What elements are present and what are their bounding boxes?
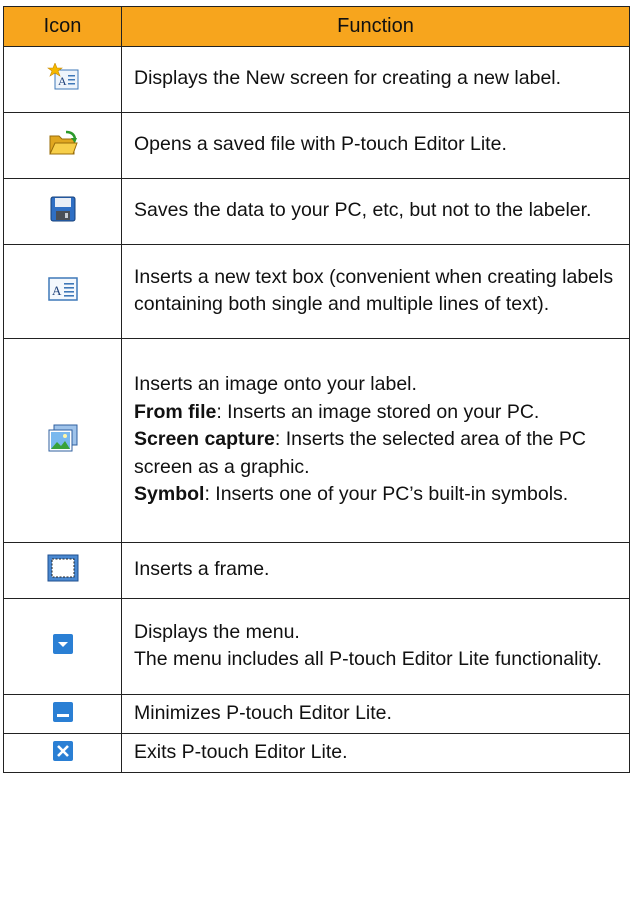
text-box-icon[interactable]: A xyxy=(47,277,78,306)
icon-cell xyxy=(3,178,122,245)
menu-dropdown-icon[interactable] xyxy=(52,634,73,659)
icon-cell xyxy=(3,542,122,599)
icon-cell: A xyxy=(3,244,122,339)
icon-column-header: Icon xyxy=(3,6,122,47)
icon-cell xyxy=(3,733,122,773)
open-folder-icon[interactable] xyxy=(48,130,78,161)
function-cell: Displays the New screen for creating a n… xyxy=(121,46,630,113)
icon-cell xyxy=(3,338,122,543)
table-row: A Inserts a new text box (convenient whe… xyxy=(3,244,630,339)
new-label-icon[interactable]: A xyxy=(46,62,79,96)
table-row: Displays the menu. The menu includes all… xyxy=(3,598,630,695)
function-cell: Inserts a new text box (convenient when … xyxy=(121,244,630,339)
function-cell: Displays the menu. The menu includes all… xyxy=(121,598,630,695)
function-cell: Minimizes P-touch Editor Lite. xyxy=(121,694,630,734)
table-row: A Displays the New screen for creating a… xyxy=(3,46,630,113)
table-row: Opens a saved file with P-touch Editor L… xyxy=(3,112,630,179)
minimize-icon[interactable] xyxy=(52,701,73,727)
table-row: Exits P-touch Editor Lite. xyxy=(3,733,630,773)
svg-text:A: A xyxy=(52,283,62,298)
function-cell: Opens a saved file with P-touch Editor L… xyxy=(121,112,630,179)
close-icon[interactable] xyxy=(52,740,73,766)
function-column-header: Function xyxy=(121,6,630,47)
function-cell: Inserts an image onto your label. From f… xyxy=(121,338,630,543)
table-row: Saves the data to your PC, etc, but not … xyxy=(3,178,630,245)
table-row: Minimizes P-touch Editor Lite. xyxy=(3,694,630,734)
save-disk-icon[interactable] xyxy=(50,196,76,227)
function-cell: Exits P-touch Editor Lite. xyxy=(121,733,630,773)
icon-cell: A xyxy=(3,46,122,113)
frame-icon[interactable] xyxy=(47,554,79,587)
table-header-row: Icon Function xyxy=(3,6,630,47)
image-icon[interactable] xyxy=(48,424,78,457)
function-cell: Saves the data to your PC, etc, but not … xyxy=(121,178,630,245)
svg-text:A: A xyxy=(58,74,67,88)
icon-cell xyxy=(3,694,122,734)
icon-function-table: Icon Function A Displays the New screen … xyxy=(3,6,630,773)
function-cell: Inserts a frame. xyxy=(121,542,630,599)
table-row: Inserts an image onto your label. From f… xyxy=(3,338,630,543)
icon-cell xyxy=(3,112,122,179)
table-row: Inserts a frame. xyxy=(3,542,630,599)
icon-cell xyxy=(3,598,122,695)
